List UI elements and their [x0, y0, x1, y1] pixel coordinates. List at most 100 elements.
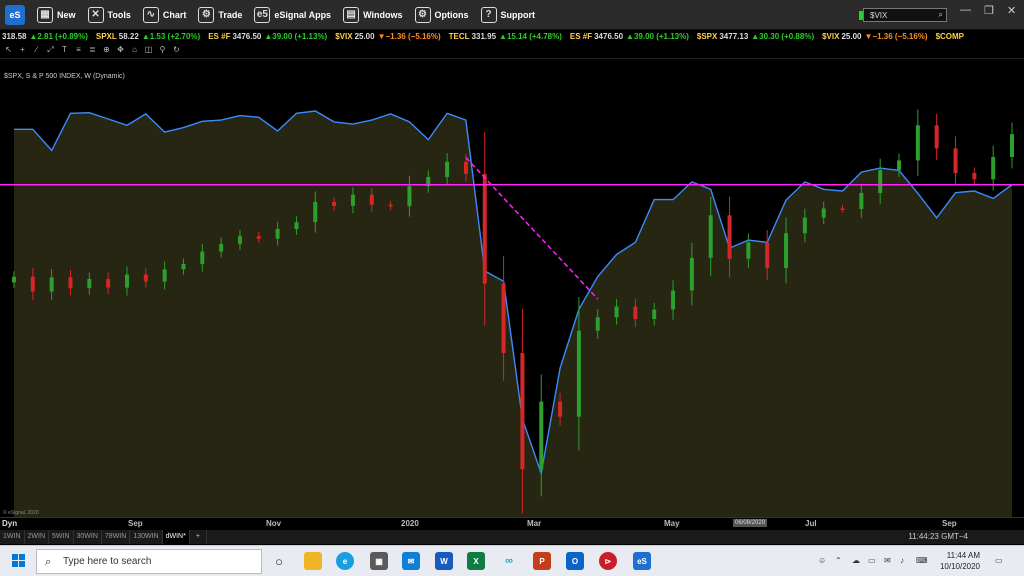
time-axis[interactable]: Dyn Sep Nov 2020 Mar May 06/08/2020 Jul … — [0, 517, 1024, 529]
menu-support[interactable]: ? Support — [475, 0, 542, 30]
task-view-icon[interactable]: ○ — [270, 552, 288, 570]
ticker-change: ▲1.53 (+2.70%) — [141, 32, 201, 41]
esignal-logo[interactable]: eS — [5, 4, 25, 25]
outlook-icon[interactable]: O — [566, 552, 584, 570]
chart-title: $SPX, S & P 500 INDEX, W (Dynamic) — [4, 73, 125, 80]
ticker-item[interactable]: TECL 331.95 ▲15.14 (+4.78%) — [449, 30, 562, 43]
candle-body — [765, 242, 770, 268]
dynamic-scale-label[interactable]: Dyn — [2, 519, 17, 528]
symbol-search-input[interactable]: $VIX ⌕ — [859, 8, 947, 22]
edge-browser-icon[interactable]: e — [336, 552, 354, 570]
menu-esignal-apps[interactable]: e5 eSignal Apps — [248, 0, 337, 30]
ticker-change: ▼−1.36 (−5.16%) — [377, 32, 441, 41]
ticker-item[interactable]: 318.58 ▲2.81 (+0.89%) — [0, 30, 88, 43]
page-tab[interactable]: 1WIN — [0, 530, 25, 544]
page-tab[interactable]: 2WIN — [25, 530, 49, 544]
market-clock: 11:44:23 GMT−4 — [908, 532, 968, 541]
zoom-icon[interactable]: ⊕ — [101, 45, 112, 55]
esignal-apps-icon: e5 — [254, 6, 271, 23]
candle-body — [350, 194, 355, 206]
menu-trade[interactable]: ⚙ Trade — [192, 0, 248, 30]
ticker-item[interactable]: SPXL 58.22 ▲1.53 (+2.70%) — [96, 30, 200, 43]
trendline-icon[interactable]: ∕ — [31, 45, 42, 55]
candle-body — [181, 263, 186, 270]
volume-icon[interactable]: ♪ — [900, 556, 904, 565]
powerpoint-icon[interactable]: P — [533, 552, 551, 570]
menu-options[interactable]: ⚙ Options — [409, 0, 475, 30]
ticker-item[interactable]: $COMP — [936, 30, 969, 43]
file-explorer-icon[interactable] — [304, 552, 322, 570]
windows-start-icon[interactable] — [12, 554, 26, 568]
keyboard-icon[interactable]: ⌨ — [916, 556, 928, 565]
ticker-symbol: $VIX — [822, 32, 840, 41]
excel-icon[interactable]: X — [467, 552, 485, 570]
maximize-button[interactable]: ❐ — [984, 4, 994, 17]
candle-body — [878, 170, 883, 193]
search-icon[interactable]: ⌕ — [939, 10, 943, 20]
price-chart[interactable] — [0, 59, 1024, 518]
ruler-icon[interactable]: ≡ — [73, 45, 84, 55]
candle-body — [445, 161, 450, 177]
chart-panel[interactable]: $SPX, S & P 500 INDEX, W (Dynamic) © eSi… — [0, 58, 1024, 518]
ticker-item[interactable]: $VIX 25.00 ▼−1.36 (−5.16%) — [335, 30, 440, 43]
system-clock[interactable]: 11:44 AM 10/10/2020 — [940, 550, 980, 572]
word-icon[interactable]: W — [435, 552, 453, 570]
time-label: 2020 — [401, 519, 419, 528]
ticker-item[interactable]: $VIX 25.00 ▼−1.36 (−5.16%) — [822, 30, 927, 43]
text-tool-icon[interactable]: T — [59, 45, 70, 55]
menu-new[interactable]: ▦ New — [31, 0, 82, 30]
store-icon[interactable]: ▦ — [370, 552, 388, 570]
notifications-icon[interactable]: ▭ — [995, 556, 1003, 565]
menu-label: New — [57, 9, 76, 20]
network-icon[interactable]: ▭ — [868, 556, 876, 565]
candle-body — [897, 160, 902, 171]
candle-body — [1010, 134, 1014, 157]
ticker-item[interactable]: ES #F 3476.50 ▲39.00 (+1.13%) — [570, 30, 689, 43]
esignal-taskbar-icon[interactable]: eS — [633, 552, 651, 570]
menu-label: eSignal Apps — [274, 9, 332, 20]
ticker-item[interactable]: ES #F 3476.50 ▲39.00 (+1.13%) — [208, 30, 327, 43]
page-tab[interactable]: 30WIN — [74, 530, 102, 544]
page-tab[interactable]: 130WIN — [130, 530, 163, 544]
taskbar-search-input[interactable]: ⌕ Type here to search — [36, 549, 262, 574]
link-icon[interactable]: ⚲ — [157, 45, 168, 55]
ticker-change: ▼−1.36 (−5.16%) — [864, 32, 928, 41]
ticker-symbol: $COMP — [935, 32, 965, 41]
candle-body — [840, 208, 845, 210]
page-tab[interactable]: 5WIN — [49, 530, 74, 544]
menu-tools[interactable]: ✕ Tools — [82, 0, 137, 30]
candle-body — [388, 204, 393, 207]
ticker-symbol: SPXL — [95, 32, 117, 41]
ticker-price: 25.00 — [841, 32, 862, 41]
candle-body — [106, 279, 111, 288]
page-tab[interactable]: dWIN* — [162, 530, 190, 544]
menu-chart[interactable]: ∿ Chart — [137, 0, 193, 30]
search-indicator — [859, 11, 863, 20]
page-tabs: 1WIN 2WIN 5WIN 30WIN 78WIN 130WIN dWIN* + 11:4… — [0, 530, 1024, 544]
candle-body — [124, 274, 129, 288]
menu-windows[interactable]: ▤ Windows — [337, 0, 408, 30]
vpn-app-icon[interactable]: ⊳ — [599, 552, 617, 570]
candle-body — [689, 257, 694, 291]
refresh-icon[interactable]: ↻ — [171, 45, 182, 55]
cloud-icon[interactable]: ☁ — [852, 556, 860, 565]
layers-icon[interactable]: ◫ — [143, 45, 154, 55]
mail-icon[interactable]: ✉ — [402, 552, 420, 570]
crosshair-icon[interactable]: + — [17, 45, 28, 55]
lock-icon[interactable]: ⌂ — [129, 45, 140, 55]
pan-icon[interactable]: ✥ — [115, 45, 126, 55]
connect-app-icon[interactable]: ∞ — [500, 552, 518, 570]
add-page-button[interactable]: + — [190, 530, 207, 544]
fib-icon[interactable]: ≣ — [87, 45, 98, 55]
minimize-button[interactable]: — — [960, 4, 971, 16]
ticker-item[interactable]: $SPX 3477.13 ▲30.30 (+0.88%) — [697, 30, 814, 43]
mail-tray-icon[interactable]: ✉ — [884, 556, 891, 565]
cursor-icon[interactable]: ↖ — [3, 45, 14, 55]
chevron-up-icon[interactable]: ⌃ — [835, 556, 842, 565]
people-icon[interactable]: ☺ — [818, 556, 826, 565]
candle-body — [313, 201, 318, 223]
line-tool-icon[interactable]: ⤢ — [45, 45, 56, 55]
close-button[interactable]: ✕ — [1007, 4, 1016, 17]
page-tab[interactable]: 78WIN — [102, 530, 131, 544]
ticker-change: ▲2.81 (+0.89%) — [29, 32, 88, 41]
